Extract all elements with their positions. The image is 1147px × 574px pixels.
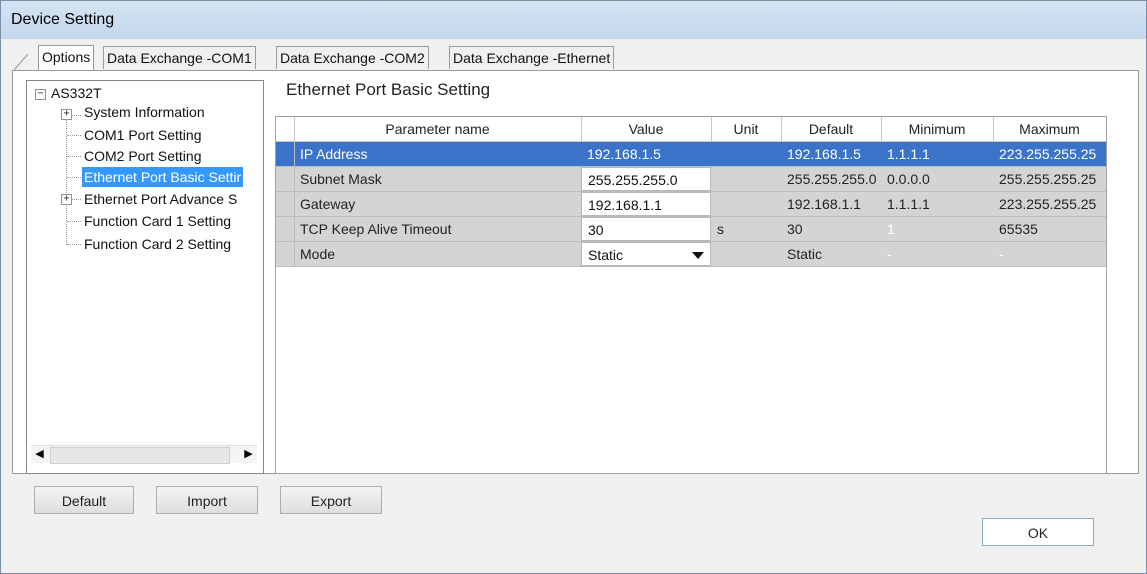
scroll-left-icon[interactable]: ◀ xyxy=(31,446,48,463)
tree-node-label: Ethernet Port Advance S xyxy=(84,191,238,207)
tab-slant-decoration xyxy=(13,53,29,71)
chevron-down-icon[interactable] xyxy=(692,252,704,259)
tree-connector xyxy=(71,115,81,116)
tree-connector xyxy=(67,244,81,245)
tree-horizontal-scrollbar[interactable]: ◀ ▶ xyxy=(31,445,257,464)
row-header[interactable] xyxy=(276,167,295,191)
tree-node-label: System Information xyxy=(84,104,205,120)
parameter-grid[interactable]: Parameter name Value Unit Default Minimu… xyxy=(275,116,1107,474)
ok-button[interactable]: OK xyxy=(982,518,1094,546)
column-header-minimum[interactable]: Minimum xyxy=(881,117,994,141)
tree-connector xyxy=(71,199,81,200)
column-header-unit[interactable]: Unit xyxy=(711,117,782,141)
cell-parameter-name: TCP Keep Alive Timeout xyxy=(300,221,452,237)
cell-default: Static xyxy=(787,246,823,262)
tree-connector xyxy=(67,135,81,136)
cell-minimum: 1 xyxy=(887,221,895,237)
cell-minimum: 1.1.1.1 xyxy=(887,146,930,162)
title-bar[interactable]: Device Setting xyxy=(1,1,1146,39)
cell-parameter-name: IP Address xyxy=(300,146,368,162)
cell-parameter-name: Mode xyxy=(300,246,336,262)
tree-node-label: COM1 Port Setting xyxy=(84,127,202,143)
tab-options[interactable]: Options xyxy=(38,45,95,70)
export-button[interactable]: Export xyxy=(280,486,382,514)
tree-node-label: Function Card 2 Setting xyxy=(84,236,232,252)
tree-connector xyxy=(67,156,81,157)
grid-header: Parameter name Value Unit Default Minimu… xyxy=(276,117,1106,142)
import-button[interactable]: Import xyxy=(156,486,258,514)
cell-unit xyxy=(711,142,781,166)
cell-unit xyxy=(711,242,781,266)
cell-parameter-name: Subnet Mask xyxy=(300,171,382,187)
cell-default: 192.168.1.5 xyxy=(787,146,861,162)
scroll-thumb[interactable] xyxy=(50,447,230,464)
cell-unit xyxy=(711,192,781,216)
column-header-value[interactable]: Value xyxy=(581,117,712,141)
cell-maximum: 65535 xyxy=(999,221,1038,237)
tree-connector xyxy=(67,177,81,178)
default-button[interactable]: Default xyxy=(34,486,134,514)
table-row[interactable]: Mode Static Static - - xyxy=(276,242,1106,267)
expand-icon[interactable]: + xyxy=(61,109,72,120)
table-row[interactable]: Subnet Mask 255.255.255.0 255.255.255.0 … xyxy=(276,167,1106,192)
tab-data-exchange-com2[interactable]: Data Exchange -COM2 xyxy=(276,46,429,69)
cell-value[interactable]: 30 xyxy=(581,217,711,241)
mode-dropdown[interactable]: Static xyxy=(581,242,711,266)
cell-unit: s xyxy=(717,221,724,237)
cell-default: 255.255.255.0 xyxy=(787,171,877,187)
cell-default: 192.168.1.1 xyxy=(787,196,861,212)
cell-maximum: 223.255.255.25 xyxy=(999,196,1097,212)
panel-title: Ethernet Port Basic Setting xyxy=(286,80,491,99)
column-header-default[interactable]: Default xyxy=(781,117,882,141)
row-header[interactable] xyxy=(276,242,295,266)
tree-node-label: Ethernet Port Basic Settir xyxy=(82,167,244,187)
table-row[interactable]: Gateway 192.168.1.1 192.168.1.1 1.1.1.1 … xyxy=(276,192,1106,217)
window-title: Device Setting xyxy=(11,11,115,28)
cell-minimum: 0.0.0.0 xyxy=(887,171,930,187)
tree-connector xyxy=(67,221,81,222)
cell-maximum: 223.255.255.25 xyxy=(999,146,1097,162)
cell-minimum: - xyxy=(887,246,892,262)
cell-value[interactable]: 192.168.1.5 xyxy=(581,142,711,166)
row-header[interactable] xyxy=(276,192,295,216)
cell-default: 30 xyxy=(787,221,803,237)
settings-tree[interactable]: − AS332T + System Information COM1 Port … xyxy=(26,80,264,474)
row-header[interactable] xyxy=(276,142,295,166)
cell-unit xyxy=(711,167,781,191)
row-header[interactable] xyxy=(276,217,295,241)
tab-data-exchange-com1[interactable]: Data Exchange -COM1 xyxy=(103,46,256,69)
expand-icon[interactable]: + xyxy=(61,194,72,205)
scroll-right-icon[interactable]: ▶ xyxy=(240,446,257,463)
cell-minimum: 1.1.1.1 xyxy=(887,196,930,212)
tab-data-exchange-ethernet[interactable]: Data Exchange -Ethernet xyxy=(449,46,615,69)
cell-maximum: 255.255.255.25 xyxy=(999,171,1097,187)
cell-value[interactable]: 192.168.1.1 xyxy=(581,192,711,216)
collapse-icon[interactable]: − xyxy=(35,89,46,100)
column-header-parameter-name[interactable]: Parameter name xyxy=(294,117,582,141)
tree-node-label: AS332T xyxy=(51,85,102,101)
column-header-maximum[interactable]: Maximum xyxy=(993,117,1106,141)
mode-dropdown-value: Static xyxy=(588,247,624,263)
tree-node-label: Function Card 1 Setting xyxy=(84,213,232,229)
table-row[interactable]: IP Address 192.168.1.5 192.168.1.5 1.1.1… xyxy=(276,142,1106,167)
row-header-corner xyxy=(276,117,295,141)
cell-parameter-name: Gateway xyxy=(300,196,356,212)
cell-maximum: - xyxy=(999,246,1004,262)
cell-value[interactable]: 255.255.255.0 xyxy=(581,167,711,191)
table-row[interactable]: TCP Keep Alive Timeout 30 s 30 1 65535 xyxy=(276,217,1106,242)
tree-node-label: COM2 Port Setting xyxy=(84,148,202,164)
